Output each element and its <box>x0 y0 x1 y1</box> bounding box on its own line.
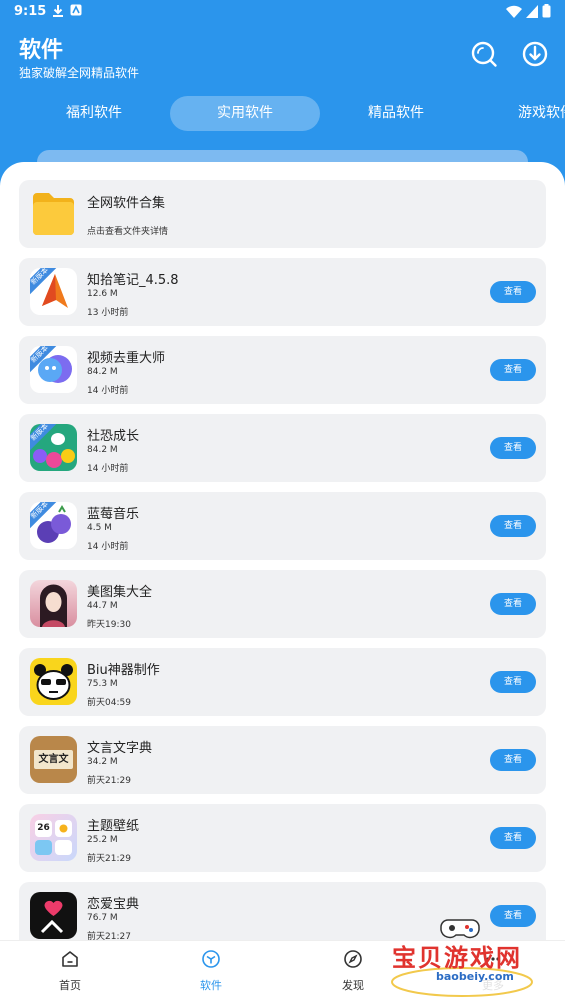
page-title: 软件 <box>19 38 64 63</box>
list-item[interactable]: 新版本 视频去重大师 84.2 M 14 小时前 查看 <box>19 336 546 404</box>
tab-welfare[interactable]: 福利软件 <box>48 96 140 131</box>
app-icon-wenyanwen: 文言文 <box>30 736 77 783</box>
app-icon-biu <box>30 658 77 705</box>
app-size: 4.5 M <box>87 523 112 533</box>
app-name: 蓝莓音乐 <box>87 507 140 522</box>
app-name: 文言文字典 <box>87 741 153 756</box>
app-time: 13 小时前 <box>87 308 129 318</box>
app-size: 84.2 M <box>87 367 118 377</box>
app-size: 44.7 M <box>87 601 118 611</box>
app-time: 14 小时前 <box>87 464 129 474</box>
software-list: 全网软件合集 点击查看文件夹详情 新版本 知拾笔记_4.5.8 12.6 M 1… <box>0 162 565 1004</box>
list-item[interactable]: 新版本 知拾笔记_4.5.8 12.6 M 13 小时前 查看 <box>19 258 546 326</box>
app-icon-video-dedup: 新版本 <box>30 346 77 393</box>
app-name: 主题壁纸 <box>87 819 140 834</box>
app-name: 美图集大全 <box>87 585 153 600</box>
signal-icon <box>526 4 538 18</box>
battery-icon <box>542 4 551 18</box>
folder-desc: 点击查看文件夹详情 <box>87 227 169 237</box>
app-icon-love <box>30 892 77 939</box>
view-button[interactable]: 查看 <box>490 437 536 459</box>
app-icon-zhishi: 新版本 <box>30 268 77 315</box>
app-size: 12.6 M <box>87 289 118 299</box>
app-name: 知拾笔记_4.5.8 <box>87 273 179 288</box>
list-item[interactable]: 新版本 社恐成长 84.2 M 14 小时前 查看 <box>19 414 546 482</box>
folder-card[interactable]: 全网软件合集 点击查看文件夹详情 <box>19 180 546 248</box>
folder-icon <box>33 193 74 235</box>
app-name: 视频去重大师 <box>87 351 166 366</box>
download-icon <box>522 41 548 67</box>
download-button[interactable] <box>521 40 549 68</box>
app-name: 社恐成长 <box>87 429 140 444</box>
download-status-icon <box>53 5 63 17</box>
category-tabs: 福利软件 实用软件 精品软件 游戏软件 <box>0 96 565 132</box>
software-icon <box>202 950 220 968</box>
list-item[interactable]: 新版本 蓝莓音乐 4.5 M 14 小时前 查看 <box>19 492 546 560</box>
app-name: 恋爱宝典 <box>87 897 140 912</box>
app-size: 75.3 M <box>87 679 118 689</box>
app-size: 25.2 M <box>87 835 118 845</box>
nav-discover-label: 发现 <box>342 979 364 992</box>
wifi-icon <box>506 5 522 18</box>
app-icon-blueberry: 新版本 <box>30 502 77 549</box>
app-time: 14 小时前 <box>87 386 129 396</box>
app-time: 前天21:29 <box>87 854 131 864</box>
folder-name: 全网软件合集 <box>87 196 166 211</box>
app-name: Biu神器制作 <box>87 663 160 678</box>
view-button[interactable]: 查看 <box>490 593 536 615</box>
watermark-text: 宝贝游戏网 <box>392 944 522 972</box>
list-item[interactable]: Biu神器制作 75.3 M 前天04:59 查看 <box>19 648 546 716</box>
home-icon <box>62 951 78 967</box>
list-item[interactable]: 26 主题壁纸 25.2 M 前天21:29 查看 <box>19 804 546 872</box>
app-header: 软件 独家破解全网精品软件 <box>0 24 565 94</box>
view-button[interactable]: 查看 <box>490 827 536 849</box>
view-button[interactable]: 查看 <box>490 749 536 771</box>
app-icon-social: 新版本 <box>30 424 77 471</box>
tab-utility[interactable]: 实用软件 <box>170 96 320 131</box>
list-item[interactable]: 文言文 文言文字典 34.2 M 前天21:29 查看 <box>19 726 546 794</box>
search-button[interactable] <box>470 40 498 68</box>
watermark-url: baobeiy.com <box>436 970 514 983</box>
app-size: 76.7 M <box>87 913 118 923</box>
watermark-logo: 宝贝游戏网 baobeiy.com <box>384 919 534 1000</box>
app-size: 84.2 M <box>87 445 118 455</box>
nav-home-label: 首页 <box>59 979 81 992</box>
view-button[interactable]: 查看 <box>490 281 536 303</box>
status-time: 9:15 <box>14 4 47 19</box>
app-time: 前天21:29 <box>87 776 131 786</box>
nav-software-label: 软件 <box>200 979 222 992</box>
app-status-icon <box>70 4 82 16</box>
compass-icon <box>344 950 362 968</box>
app-time: 昨天19:30 <box>87 620 131 630</box>
view-button[interactable]: 查看 <box>490 671 536 693</box>
view-button[interactable]: 查看 <box>490 515 536 537</box>
nav-discover[interactable]: 发现 <box>318 949 388 993</box>
app-icon-theme: 26 <box>30 814 77 861</box>
view-button[interactable]: 查看 <box>490 359 536 381</box>
status-bar: 9:15 <box>0 0 565 24</box>
nav-home[interactable]: 首页 <box>35 949 105 993</box>
search-icon <box>471 41 497 67</box>
app-time: 14 小时前 <box>87 542 129 552</box>
nav-software[interactable]: 软件 <box>176 949 246 993</box>
tab-premium[interactable]: 精品软件 <box>350 96 442 131</box>
page-subtitle: 独家破解全网精品软件 <box>19 66 140 80</box>
app-icon-meitu <box>30 580 77 627</box>
app-size: 34.2 M <box>87 757 118 767</box>
tab-games[interactable]: 游戏软件 <box>500 96 565 131</box>
list-item[interactable]: 美图集大全 44.7 M 昨天19:30 查看 <box>19 570 546 638</box>
app-time: 前天04:59 <box>87 698 131 708</box>
